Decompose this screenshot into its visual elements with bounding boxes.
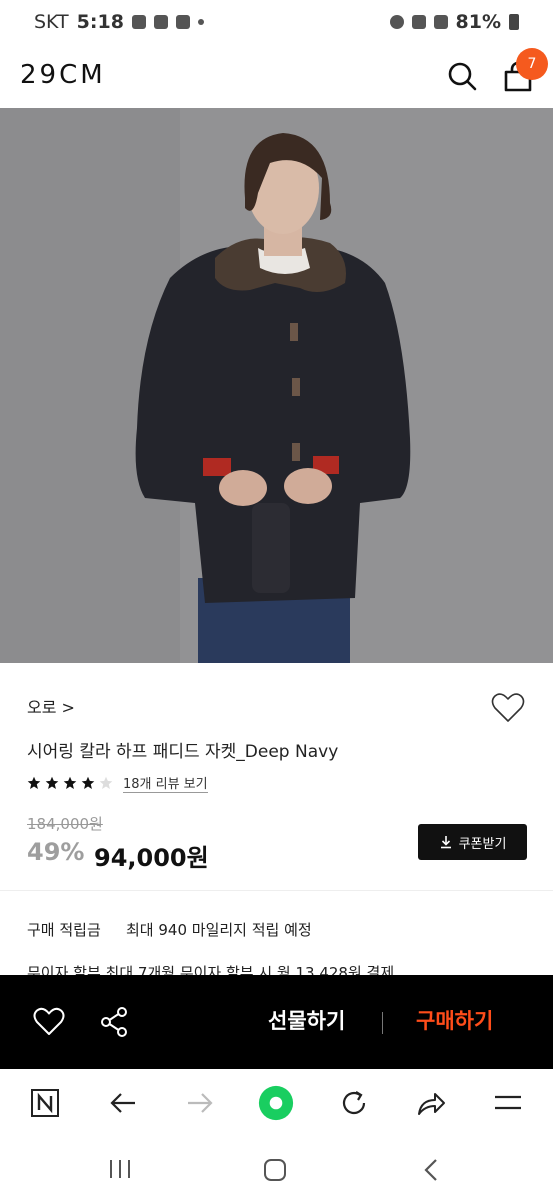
app-header: 29CM xyxy=(0,44,553,108)
status-right: 81% xyxy=(389,11,519,33)
review-link[interactable]: 18개 리뷰 보기 xyxy=(123,773,208,793)
heart-icon[interactable] xyxy=(32,1005,66,1039)
cart-count-badge[interactable]: 7 xyxy=(516,48,548,80)
home-icon[interactable] xyxy=(262,1157,288,1183)
star-filled-icon xyxy=(63,776,77,789)
naver-icon[interactable] xyxy=(27,1085,63,1121)
star-filled-icon xyxy=(27,776,41,789)
menu-icon[interactable] xyxy=(490,1085,526,1121)
sale-price: 94,000원 xyxy=(94,844,209,872)
chevron-right-icon: > xyxy=(61,698,75,717)
time-label: 5:18 xyxy=(76,11,124,33)
status-left: SKT 5:18 xyxy=(34,11,204,33)
back-icon[interactable] xyxy=(420,1157,444,1183)
system-nav-bar xyxy=(0,1139,553,1200)
wishlist-heart-icon[interactable] xyxy=(490,690,526,726)
original-price: 184,000원 xyxy=(27,815,103,833)
alarm-icon xyxy=(389,15,404,29)
product-title: 시어링 칼라 하프 패디드 자켓_Deep Navy xyxy=(27,742,339,762)
battery-percent: 81% xyxy=(455,11,501,33)
rating-row: 18개 리뷰 보기 xyxy=(27,773,208,793)
star-filled-icon xyxy=(45,776,59,789)
wifi-icon xyxy=(411,15,426,29)
status-bar: SKT 5:18 81% xyxy=(0,0,553,44)
voicemail-icon xyxy=(175,15,190,29)
gallery-icon xyxy=(131,15,146,29)
discount-rate: 49% xyxy=(27,838,85,866)
share-arrow-icon[interactable] xyxy=(413,1085,449,1121)
section-divider xyxy=(0,890,553,891)
purchase-bar: 선물하기 구매하기 xyxy=(0,975,553,1069)
more-notifications-icon xyxy=(197,19,204,25)
forward-arrow-icon[interactable] xyxy=(182,1085,218,1121)
buy-button[interactable]: 구매하기 xyxy=(416,1005,493,1035)
coupon-button[interactable]: 쿠폰받기 xyxy=(418,824,527,860)
download-icon xyxy=(440,836,451,849)
points-label: 구매 적립금 xyxy=(27,921,101,939)
product-image[interactable] xyxy=(0,108,553,663)
search-icon[interactable] xyxy=(444,58,480,94)
carrier-label: SKT xyxy=(34,11,69,33)
star-empty-icon xyxy=(99,776,113,789)
back-arrow-icon[interactable] xyxy=(105,1085,141,1121)
signal-icon xyxy=(433,15,448,29)
refresh-icon[interactable] xyxy=(336,1085,372,1121)
logo[interactable]: 29CM xyxy=(20,60,106,90)
share-icon[interactable] xyxy=(98,1005,132,1039)
points-value: 최대 940 마일리지 적립 예정 xyxy=(126,921,312,939)
coupon-label: 쿠폰받기 xyxy=(458,836,507,852)
home-green-icon[interactable] xyxy=(258,1085,294,1121)
button-separator xyxy=(382,1012,383,1034)
browser-toolbar xyxy=(0,1069,553,1139)
star-filled-icon xyxy=(81,776,95,789)
brand-link[interactable]: 오로 > xyxy=(27,694,75,718)
recent-apps-icon[interactable] xyxy=(105,1157,135,1181)
brand-name: 오로 xyxy=(27,698,57,717)
gift-button[interactable]: 선물하기 xyxy=(268,1005,345,1035)
battery-icon xyxy=(509,14,519,30)
app-notification-icon xyxy=(153,15,168,29)
